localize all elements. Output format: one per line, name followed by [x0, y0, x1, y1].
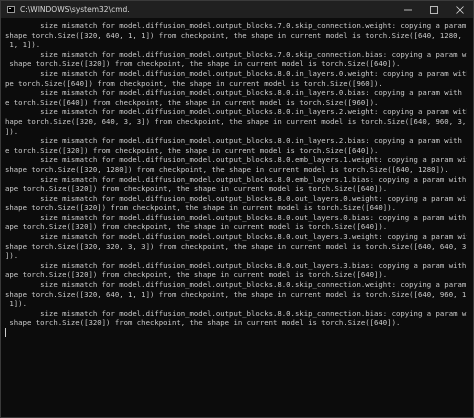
cmd-window: C:\WINDOWS\system32\cmd. size mismatch f… [0, 0, 474, 418]
console-line: size mismatch for model.diffusion_model.… [5, 174, 467, 184]
console-line: ape torch.Size([320]) from checkpoint, t… [5, 184, 388, 194]
console-line: size mismatch for model.diffusion_model.… [5, 193, 467, 203]
maximize-button[interactable] [421, 1, 447, 18]
console-line: size mismatch for model.diffusion_model.… [5, 212, 467, 222]
vertical-scrollbar[interactable] [466, 19, 472, 417]
console-line: 1]). [5, 299, 27, 309]
console-line: size mismatch for model.diffusion_model.… [5, 49, 467, 59]
minimize-icon [404, 9, 412, 10]
console-line: size mismatch for model.diffusion_model.… [5, 88, 467, 98]
console-line: e torch.Size([640]) from checkpoint, the… [5, 97, 379, 107]
console-line: shape torch.Size([320, 640, 1, 1]) from … [5, 289, 467, 299]
console-output[interactable]: size mismatch for model.diffusion_model.… [5, 21, 467, 401]
prompt-line[interactable] [5, 328, 467, 338]
console-line: shape torch.Size([320, 640, 1, 1]) from … [5, 30, 462, 40]
console-line: ]). [5, 126, 19, 136]
console-line: shape torch.Size([320]) from checkpoint,… [5, 318, 401, 328]
console-line: shape torch.Size([320]) from checkpoint,… [5, 203, 396, 213]
console-line: ape torch.Size([320]) from checkpoint, t… [5, 270, 388, 280]
text-cursor [5, 328, 6, 337]
console-line: size mismatch for model.diffusion_model.… [5, 308, 467, 318]
console-line: size mismatch for model.diffusion_model.… [5, 107, 467, 117]
close-icon [456, 5, 464, 14]
window-title: C:\WINDOWS\system32\cmd. [20, 5, 130, 14]
cmd-app-icon [7, 6, 15, 13]
console-line: size mismatch for model.diffusion_model.… [5, 155, 467, 165]
console-line: 1, 1]). [5, 40, 41, 50]
console-line: size mismatch for model.diffusion_model.… [5, 260, 467, 270]
window-controls [395, 1, 473, 18]
close-button[interactable] [447, 1, 473, 18]
console-line: pe torch.Size([640]) from checkpoint, th… [5, 78, 383, 88]
console-line: ape torch.Size([320]) from checkpoint, t… [5, 222, 388, 232]
console-line: size mismatch for model.diffusion_model.… [5, 136, 467, 146]
console-line: size mismatch for model.diffusion_model.… [5, 280, 467, 290]
console-line: e torch.Size([320]) from checkpoint, the… [5, 145, 379, 155]
console-line: hape torch.Size([320, 640, 3, 3]) from c… [5, 116, 467, 126]
console-line: size mismatch for model.diffusion_model.… [5, 68, 467, 78]
minimize-button[interactable] [395, 1, 421, 18]
console-line: shape torch.Size([320, 320, 3, 3]) from … [5, 241, 467, 251]
console-line: size mismatch for model.diffusion_model.… [5, 21, 467, 30]
console-line: shape torch.Size([320]) from checkpoint,… [5, 59, 401, 69]
title-bar[interactable]: C:\WINDOWS\system32\cmd. [1, 1, 473, 18]
console-line: size mismatch for model.diffusion_model.… [5, 232, 467, 242]
maximize-icon [430, 5, 438, 14]
console-line: shape torch.Size([320, 1280]) from check… [5, 164, 449, 174]
console-line: ]). [5, 251, 19, 261]
